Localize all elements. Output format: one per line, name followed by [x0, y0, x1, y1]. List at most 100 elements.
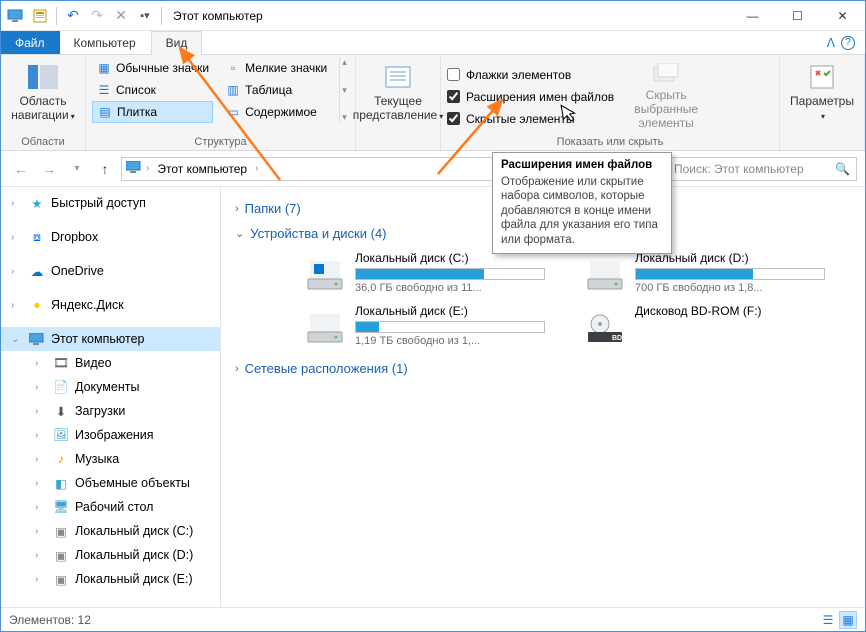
ribbon-group-label: Области: [7, 134, 79, 150]
options-icon: [806, 61, 838, 93]
ribbon-group-options: Параметры▾: [780, 55, 865, 150]
chevron-down-icon[interactable]: ⌄: [11, 334, 23, 345]
layout-option-table[interactable]: ▥Таблица: [221, 79, 331, 101]
tree-music[interactable]: ›♪Музыка: [1, 447, 220, 471]
crumb-separator-icon[interactable]: ›: [255, 163, 258, 174]
tree-onedrive[interactable]: ›☁OneDrive: [1, 259, 220, 283]
list-icon: ☰: [96, 82, 112, 98]
drive-item[interactable]: BD Дисковод BD-ROM (F:): [585, 304, 825, 347]
chevron-down-icon: ⌄: [235, 227, 244, 240]
dropbox-icon: ⧈: [29, 229, 45, 245]
tree-disk-c[interactable]: ›▣Локальный диск (C:): [1, 519, 220, 543]
main-area: ›★Быстрый доступ ›⧈Dropbox ›☁OneDrive ›●…: [1, 187, 865, 607]
status-view-switcher: ☰ ▦: [819, 611, 857, 629]
tree-documents[interactable]: ›📄Документы: [1, 375, 220, 399]
minimize-button[interactable]: —: [730, 1, 775, 30]
redo-icon[interactable]: ↷: [86, 5, 108, 27]
tree-videos[interactable]: ›🎞Видео: [1, 351, 220, 375]
details-icon: ▥: [225, 82, 241, 98]
ribbon-group-label: [362, 134, 434, 150]
pc-icon: [5, 5, 27, 27]
ribbon-collapse-button[interactable]: ᐱ ?: [817, 31, 865, 54]
window-controls: — ☐ ✕: [730, 1, 865, 30]
recent-locations-button[interactable]: ▾: [65, 157, 89, 181]
chevron-right-icon[interactable]: ›: [11, 232, 23, 243]
layout-scroll-up[interactable]: ▴: [342, 57, 347, 68]
navigation-tree[interactable]: ›★Быстрый доступ ›⧈Dropbox ›☁OneDrive ›●…: [1, 187, 221, 607]
navigation-pane-label: Область навигации▾: [7, 95, 79, 123]
layout-option-large[interactable]: ▦Обычные значки: [92, 57, 213, 79]
ribbon-group-show-hide: Флажки элементов Расширения имен файлов …: [441, 55, 780, 150]
cube-icon: ◧: [53, 475, 69, 491]
tree-downloads[interactable]: ›⬇Загрузки: [1, 399, 220, 423]
layout-option-list[interactable]: ☰Список: [92, 79, 213, 101]
tab-file[interactable]: Файл: [1, 31, 60, 54]
tiles-icon: ▤: [97, 104, 113, 120]
ribbon-group-current-view: Текущее представление▾: [356, 55, 441, 150]
layout-option-tiles[interactable]: ▤Плитка: [92, 101, 213, 123]
view-tiles-button[interactable]: ▦: [839, 611, 857, 629]
close-button[interactable]: ✕: [820, 1, 865, 30]
drive-item[interactable]: Локальный диск (C:) 36,0 ГБ свободно из …: [305, 251, 545, 294]
cloud-icon: ☁: [29, 263, 45, 279]
view-details-button[interactable]: ☰: [819, 611, 837, 629]
drive-item[interactable]: Локальный диск (D:) 700 ГБ свободно из 1…: [585, 251, 825, 294]
category-network[interactable]: ›Сетевые расположения (1): [235, 361, 851, 376]
layout-gallery-expand[interactable]: ▾: [342, 112, 347, 123]
layout-scroll-down[interactable]: ▾: [342, 85, 347, 96]
tree-yandex-disk[interactable]: ›●Яндекс.Диск: [1, 293, 220, 317]
chevron-right-icon: ›: [235, 363, 239, 375]
search-box[interactable]: Поиск: Этот компьютер 🔍: [667, 157, 857, 181]
tree-dropbox[interactable]: ›⧈Dropbox: [1, 225, 220, 249]
qat-more-icon[interactable]: ▪▾: [134, 5, 156, 27]
tab-view[interactable]: Вид: [151, 31, 203, 55]
forward-button[interactable]: →: [37, 157, 61, 181]
crumb-separator-icon[interactable]: ›: [146, 163, 149, 174]
options-button[interactable]: Параметры▾: [786, 57, 858, 127]
tree-disk-e[interactable]: ›▣Локальный диск (E:): [1, 567, 220, 591]
checkbox-hidden-items[interactable]: Скрытые элементы: [447, 108, 614, 130]
chevron-right-icon[interactable]: ›: [11, 198, 23, 209]
drive-item[interactable]: Локальный диск (E:) 1,19 ТБ свободно из …: [305, 304, 545, 347]
checkbox-file-extensions[interactable]: Расширения имен файлов: [447, 86, 614, 108]
hide-selected-label: Скрыть выбранныеэлементы: [630, 89, 702, 130]
ribbon-group-panes: Область навигации▾ Области: [1, 55, 86, 150]
back-button[interactable]: ←: [9, 157, 33, 181]
hdd-icon: ▣: [53, 547, 69, 563]
tree-quick-access[interactable]: ›★Быстрый доступ: [1, 191, 220, 215]
crumb-this-pc[interactable]: Этот компьютер: [153, 162, 251, 176]
qat-separator: [161, 7, 162, 25]
tab-computer[interactable]: Компьютер: [60, 31, 151, 54]
tree-this-pc[interactable]: ⌄Этот компьютер: [1, 327, 220, 351]
maximize-button[interactable]: ☐: [775, 1, 820, 30]
download-icon: ⬇: [53, 403, 69, 419]
document-icon: 📄: [53, 379, 69, 395]
drive-free-text: 36,0 ГБ свободно из 11...: [355, 282, 545, 294]
music-icon: ♪: [53, 451, 69, 467]
drive-name: Локальный диск (E:): [355, 304, 545, 318]
optical-drive-icon: BD: [585, 304, 625, 344]
drive-usage-bar: [355, 268, 545, 280]
chevron-right-icon[interactable]: ›: [11, 266, 23, 277]
layout-option-content[interactable]: ▭Содержимое: [221, 101, 331, 123]
tree-pictures[interactable]: ›🖼Изображения: [1, 423, 220, 447]
quick-access-toolbar: ↶ ↷ ✕ ▪▾: [1, 5, 165, 27]
video-icon: 🎞: [53, 355, 69, 371]
tree-disk-d[interactable]: ›▣Локальный диск (D:): [1, 543, 220, 567]
titlebar: ↶ ↷ ✕ ▪▾ Этот компьютер — ☐ ✕: [1, 1, 865, 31]
properties-icon[interactable]: [29, 5, 51, 27]
chevron-right-icon[interactable]: ›: [11, 300, 23, 311]
current-view-button[interactable]: Текущее представление▾: [362, 57, 434, 127]
navigation-pane-button[interactable]: Область навигации▾: [7, 57, 79, 127]
hdd-icon: ▣: [53, 571, 69, 587]
delete-icon[interactable]: ✕: [110, 5, 132, 27]
search-placeholder: Поиск: Этот компьютер: [674, 162, 804, 176]
tree-3d-objects[interactable]: ›◧Объемные объекты: [1, 471, 220, 495]
hide-selected-button: Скрыть выбранныеэлементы: [630, 61, 702, 131]
up-button[interactable]: ↑: [93, 157, 117, 181]
tree-desktop[interactable]: ›🖥Рабочий стол: [1, 495, 220, 519]
checkbox-item-flags[interactable]: Флажки элементов: [447, 64, 614, 86]
undo-icon[interactable]: ↶: [62, 5, 84, 27]
layout-option-small[interactable]: ▫Мелкие значки: [221, 57, 331, 79]
pc-icon: [126, 161, 142, 177]
